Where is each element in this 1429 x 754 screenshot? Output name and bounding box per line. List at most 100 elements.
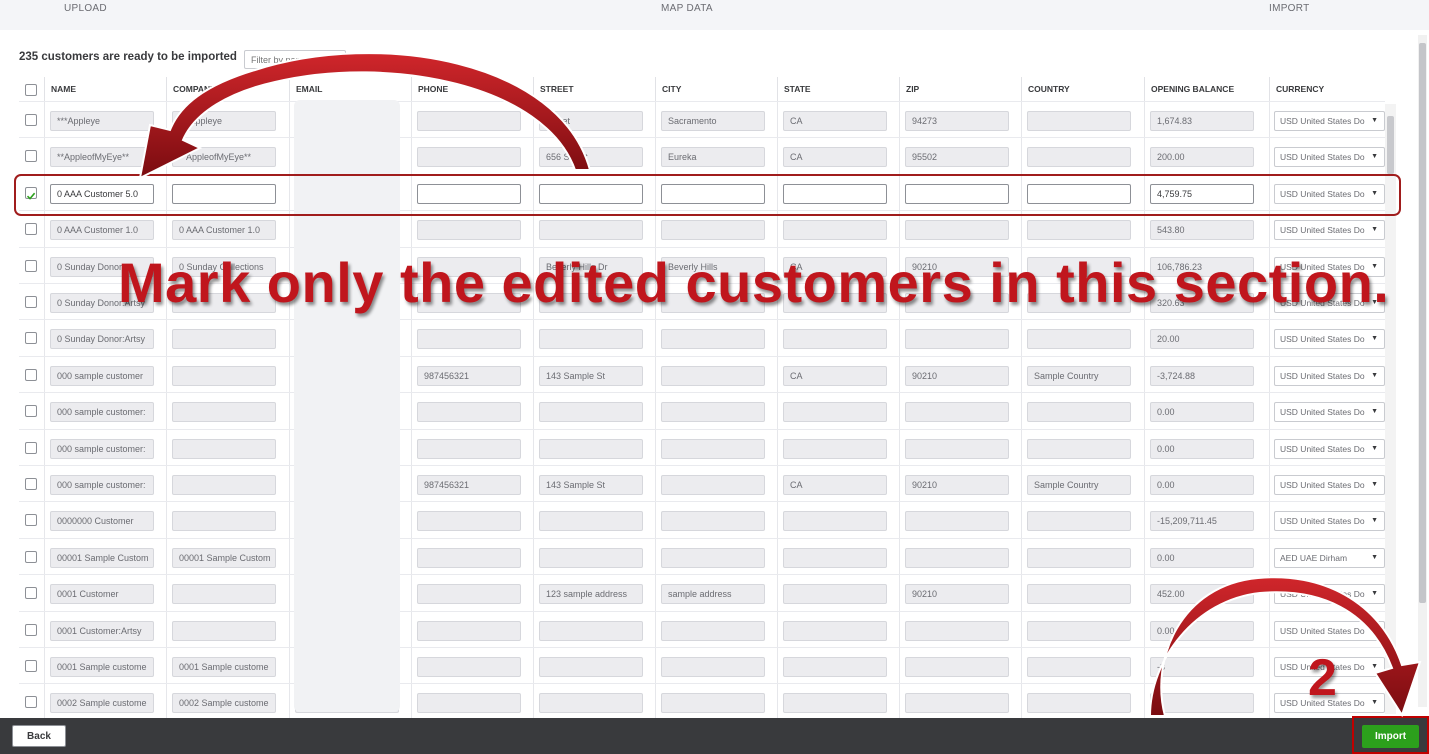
country-field[interactable] [1027,402,1131,423]
country-field[interactable] [1027,547,1131,568]
state-field[interactable]: CA [783,111,887,131]
row-checkbox[interactable] [25,550,37,563]
company-field[interactable] [172,329,276,350]
state-field[interactable] [783,511,887,532]
street-field[interactable]: Street [539,111,643,131]
company-field[interactable] [172,511,276,532]
company-field[interactable]: 00001 Sample Custom [172,547,276,568]
row-checkbox[interactable] [25,405,37,418]
street-field[interactable] [539,657,643,677]
country-field[interactable]: Sample Country [1027,475,1131,495]
city-field[interactable] [661,620,765,641]
row-checkbox[interactable] [25,150,37,163]
currency-select[interactable]: USD United States Do ▼ [1274,111,1385,131]
name-field[interactable]: 0 Sunday Donor:Artsy [50,329,154,350]
country-field[interactable] [1027,329,1131,350]
phone-field[interactable] [417,511,521,532]
balance-field[interactable]: -3 [1150,657,1254,677]
street-field[interactable]: 143 Sample St [539,365,643,386]
zip-field[interactable] [905,657,1009,677]
name-field[interactable]: **AppleofMyEye** [50,147,154,168]
row-checkbox[interactable] [25,114,37,126]
phone-field[interactable] [417,693,521,714]
company-field[interactable]: 0002 Sample custome [172,693,276,714]
city-field[interactable] [661,693,765,714]
name-field[interactable]: 000 sample customer: [50,438,154,459]
row-checkbox[interactable] [25,696,37,709]
city-field[interactable] [661,402,765,423]
page-scrollbar[interactable] [1418,35,1427,707]
zip-field[interactable] [905,329,1009,350]
city-field[interactable]: Sacramento [661,111,765,131]
city-field[interactable]: sample address [661,584,765,605]
balance-field[interactable]: 0.00 [1150,620,1254,641]
city-field[interactable] [661,438,765,459]
balance-field[interactable]: -3,724.88 [1150,365,1254,386]
street-field[interactable] [539,693,643,714]
street-field[interactable]: 123 sample address [539,584,643,605]
phone-field[interactable]: 987456321 [417,475,521,495]
filter-by-name-input[interactable] [244,50,346,69]
name-field[interactable]: 000 sample customer [50,365,154,386]
phone-field[interactable] [417,547,521,568]
city-field[interactable] [661,329,765,350]
city-field[interactable] [661,547,765,568]
state-field[interactable]: CA [783,147,887,168]
balance-field[interactable]: 1,674.83 [1150,111,1254,131]
currency-select[interactable]: USD United States Do ▼ [1274,365,1385,386]
row-checkbox[interactable] [25,623,37,636]
name-field[interactable]: 00001 Sample Custom [50,547,154,568]
company-field[interactable]: **AppleofMyEye** [172,147,276,168]
zip-field[interactable] [905,620,1009,641]
zip-field[interactable] [905,547,1009,568]
state-field[interactable] [783,620,887,641]
currency-select[interactable]: USD United States Do ▼ [1274,620,1385,641]
company-field[interactable] [172,402,276,423]
country-field[interactable] [1027,657,1131,677]
row-checkbox[interactable] [25,514,37,527]
name-field[interactable]: 000 sample customer: [50,402,154,423]
zip-field[interactable] [905,402,1009,423]
company-field[interactable] [172,584,276,605]
balance-field[interactable]: 543.80 [1150,220,1254,241]
zip-field[interactable]: 90210 [905,584,1009,605]
row-checkbox[interactable] [25,259,37,272]
zip-field[interactable] [905,511,1009,532]
row-checkbox[interactable] [25,478,37,490]
street-field[interactable]: 143 Sample St [539,475,643,495]
city-field[interactable] [661,365,765,386]
country-field[interactable] [1027,220,1131,241]
state-field[interactable] [783,547,887,568]
balance-field[interactable]: 452.00 [1150,584,1254,605]
currency-select[interactable]: USD United States Do ▼ [1274,220,1385,241]
zip-field[interactable] [905,693,1009,714]
balance-field[interactable]: 200.00 [1150,147,1254,168]
state-field[interactable] [783,402,887,423]
phone-field[interactable] [417,402,521,423]
phone-field[interactable] [417,438,521,459]
country-field[interactable] [1027,620,1131,641]
row-checkbox[interactable] [25,368,37,381]
name-field[interactable]: 0001 Customer [50,584,154,605]
street-field[interactable] [539,402,643,423]
zip-field[interactable]: 90210 [905,365,1009,386]
street-field[interactable] [539,329,643,350]
company-field[interactable]: 0 AAA Customer 1.0 [172,220,276,241]
company-field[interactable] [172,475,276,495]
country-field[interactable] [1027,584,1131,605]
zip-field[interactable] [905,438,1009,459]
country-field[interactable] [1027,111,1131,131]
state-field[interactable] [783,438,887,459]
row-checkbox[interactable] [25,223,37,236]
currency-select[interactable]: USD United States Do ▼ [1274,438,1385,459]
street-field[interactable] [539,511,643,532]
currency-select[interactable]: USD United States Do ▼ [1274,329,1385,350]
name-field[interactable]: 0002 Sample custome [50,693,154,714]
state-field[interactable] [783,693,887,714]
company-field[interactable]: 0001 Sample custome [172,657,276,677]
city-field[interactable] [661,475,765,495]
table-scroll-thumb[interactable] [1387,116,1394,174]
zip-field[interactable]: 90210 [905,475,1009,495]
zip-field[interactable]: 94273 [905,111,1009,131]
state-field[interactable] [783,329,887,350]
